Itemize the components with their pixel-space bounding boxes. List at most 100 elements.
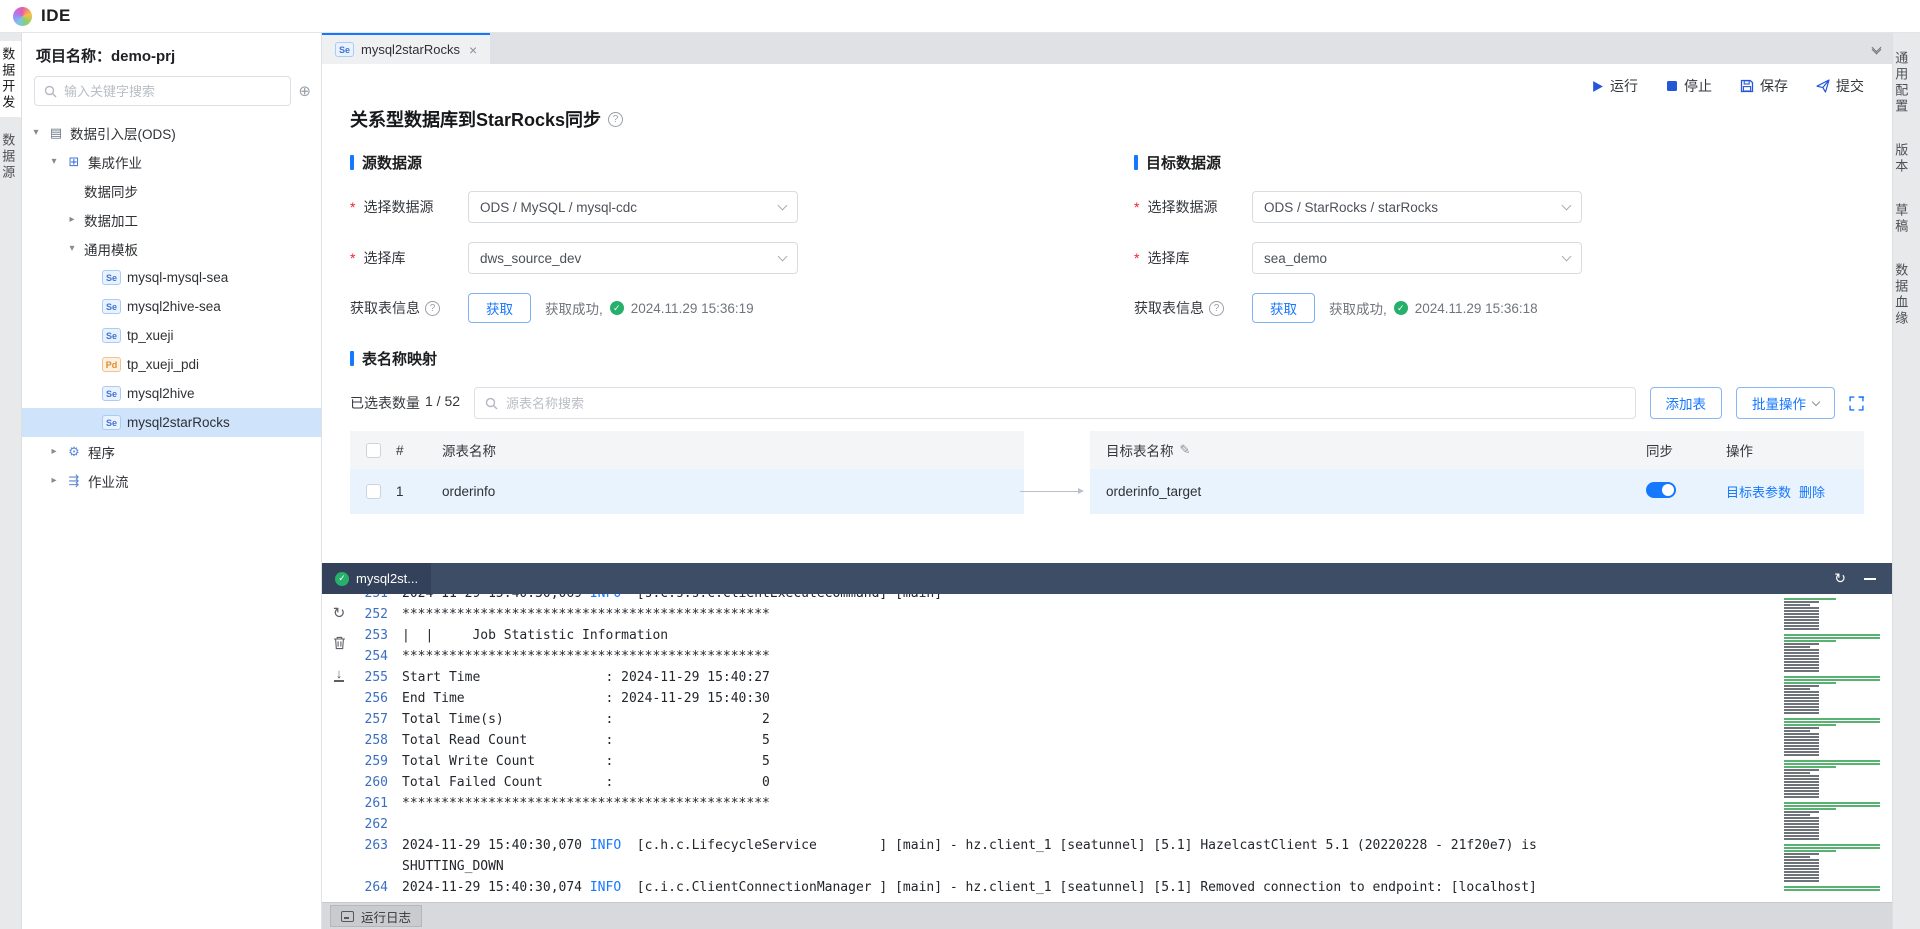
- delete-link[interactable]: 删除: [1799, 482, 1825, 501]
- row-checkbox[interactable]: [366, 484, 381, 499]
- log-lines[interactable]: 2512024-11-29 15:40:30,069 INFO [s.c.s.s…: [356, 594, 1892, 902]
- table-row-source[interactable]: 1 orderinfo: [350, 469, 1024, 514]
- help-icon[interactable]: [1209, 301, 1224, 316]
- editor-tab-mysql2starrocks[interactable]: Se mysql2starRocks: [322, 33, 490, 64]
- editor-tabbar: Se mysql2starRocks: [322, 33, 1892, 64]
- sidebar-searchbox[interactable]: [34, 76, 291, 106]
- locate-icon[interactable]: [298, 82, 311, 100]
- run-button[interactable]: 运行: [1591, 76, 1638, 96]
- minimap-line: [1784, 865, 1819, 867]
- edit-icon[interactable]: [1180, 442, 1191, 458]
- minimap-line: [1784, 772, 1810, 774]
- tree-item-tp_xueji_pdi[interactable]: Pdtp_xueji_pdi: [22, 350, 321, 379]
- log-line-number: 253: [356, 625, 402, 646]
- tree-item-数据加工[interactable]: ▸数据加工: [22, 205, 321, 234]
- tree-item-集成作业[interactable]: ▾⊞集成作业: [22, 147, 321, 176]
- fullscreen-icon[interactable]: [1849, 396, 1864, 411]
- sync-toggle[interactable]: [1646, 482, 1676, 498]
- tree-item-label: 数据引入层(ODS): [70, 123, 176, 143]
- seatunnel-badge-icon: Se: [102, 415, 121, 430]
- minimap-line: [1784, 790, 1819, 792]
- tree-item-tp_xueji[interactable]: Setp_xueji: [22, 321, 321, 350]
- tree-item-label: mysql2hive: [127, 386, 195, 401]
- editor-toolbar: 运行 停止 保存 提交: [322, 64, 1892, 96]
- chevron-down-icon[interactable]: ▾: [30, 127, 42, 138]
- refresh-icon[interactable]: [333, 606, 346, 621]
- chevron-down-icon[interactable]: ▾: [66, 243, 78, 254]
- sidebar-search-input[interactable]: [64, 84, 281, 99]
- activity-tab-data-source[interactable]: 数据源: [0, 127, 21, 187]
- panel-tab-draft[interactable]: 草稿: [1893, 197, 1920, 241]
- stop-button[interactable]: 停止: [1666, 76, 1712, 96]
- table-search-input[interactable]: [506, 396, 1624, 411]
- batch-actions-button[interactable]: 批量操作: [1736, 387, 1835, 419]
- add-table-button[interactable]: 添加表: [1650, 387, 1723, 419]
- chevron-right-icon[interactable]: ▸: [66, 214, 78, 225]
- source-fetch-button[interactable]: 获取: [468, 293, 531, 323]
- log-toolbar: [322, 594, 356, 902]
- minimap-line: [1784, 634, 1880, 636]
- collapse-tabs-icon[interactable]: [1873, 44, 1880, 53]
- download-icon[interactable]: [334, 668, 344, 682]
- activity-tab-data-dev[interactable]: 数据开发: [0, 41, 21, 117]
- minimap-line: [1784, 751, 1819, 753]
- minimize-icon[interactable]: [1864, 578, 1876, 580]
- log-line-number: 258: [356, 730, 402, 751]
- panel-tab-data-lineage[interactable]: 数据血缘: [1893, 257, 1920, 333]
- log-line: 253| | Job Statistic Information: [356, 625, 1892, 646]
- minimap-line: [1784, 646, 1810, 648]
- minimap-line: [1784, 691, 1819, 693]
- tree-item-label: 集成作业: [88, 152, 142, 172]
- minimap-line: [1784, 658, 1819, 660]
- help-icon[interactable]: [425, 301, 440, 316]
- submit-button[interactable]: 提交: [1816, 76, 1864, 96]
- source-datasource-select[interactable]: ODS / MySQL / mysql-cdc: [468, 191, 798, 223]
- source-database-select[interactable]: dws_source_dev: [468, 242, 798, 274]
- help-icon[interactable]: [608, 112, 623, 127]
- minimap-line: [1784, 685, 1819, 687]
- table-searchbox[interactable]: [474, 387, 1635, 419]
- tree-item-mysql2hive-sea[interactable]: Semysql2hive-sea: [22, 292, 321, 321]
- mapping-arrow: [1020, 491, 1082, 492]
- chevron-right-icon[interactable]: ▸: [48, 446, 60, 457]
- column-header-sync: 同步: [1646, 440, 1726, 460]
- chevron-down-icon: [1562, 201, 1572, 211]
- save-button[interactable]: 保存: [1740, 76, 1788, 96]
- minimap-line: [1784, 742, 1819, 744]
- minimap[interactable]: [1784, 598, 1884, 898]
- log-tab[interactable]: mysql2st...: [322, 563, 431, 594]
- minimap-line: [1784, 739, 1819, 741]
- log-line: 252*************************************…: [356, 604, 1892, 625]
- close-icon[interactable]: [469, 42, 477, 58]
- tree-item-作业流[interactable]: ▸⇶作业流: [22, 466, 321, 495]
- run-log-tab[interactable]: 运行日志: [330, 905, 422, 927]
- tree-item-数据引入层(ODS)[interactable]: ▾▤数据引入层(ODS): [22, 118, 321, 147]
- trash-icon[interactable]: [333, 636, 346, 653]
- tree-item-数据同步[interactable]: 数据同步: [22, 176, 321, 205]
- sidebar-search-row: [22, 76, 321, 116]
- panel-tab-general-config[interactable]: 通用配置: [1893, 45, 1920, 121]
- target-database-select[interactable]: sea_demo: [1252, 242, 1582, 274]
- panel-tab-version[interactable]: 版本: [1893, 137, 1920, 181]
- tree-item-mysql2starRocks[interactable]: Semysql2starRocks: [22, 408, 321, 437]
- chevron-right-icon[interactable]: ▸: [48, 475, 60, 486]
- log-tab-label: mysql2st...: [356, 571, 418, 586]
- log-line: 2512024-11-29 15:40:30,069 INFO [s.c.s.s…: [356, 594, 1892, 604]
- select-all-checkbox[interactable]: [366, 443, 381, 458]
- tree-item-程序[interactable]: ▸⚙程序: [22, 437, 321, 466]
- log-line-text: ****************************************…: [402, 793, 1592, 814]
- tree-item-mysql2hive[interactable]: Semysql2hive: [22, 379, 321, 408]
- table-row-target[interactable]: orderinfo_target 目标表参数 删除: [1090, 469, 1864, 514]
- minimap-line: [1784, 610, 1819, 612]
- mapping-table: # 源表名称 1 orderinfo: [350, 431, 1864, 514]
- refresh-icon[interactable]: [1834, 570, 1846, 587]
- log-line-number: 256: [356, 688, 402, 709]
- target-fetch-button[interactable]: 获取: [1252, 293, 1315, 323]
- target-table-params-link[interactable]: 目标表参数: [1726, 482, 1791, 501]
- topbar: IDE: [0, 0, 1920, 33]
- target-datasource-select[interactable]: ODS / StarRocks / starRocks: [1252, 191, 1582, 223]
- chevron-down-icon[interactable]: ▾: [48, 156, 60, 167]
- tree-item-mysql-mysql-sea[interactable]: Semysql-mysql-sea: [22, 263, 321, 292]
- tree-item-通用模板[interactable]: ▾通用模板: [22, 234, 321, 263]
- editor-tab-label: mysql2starRocks: [361, 42, 460, 57]
